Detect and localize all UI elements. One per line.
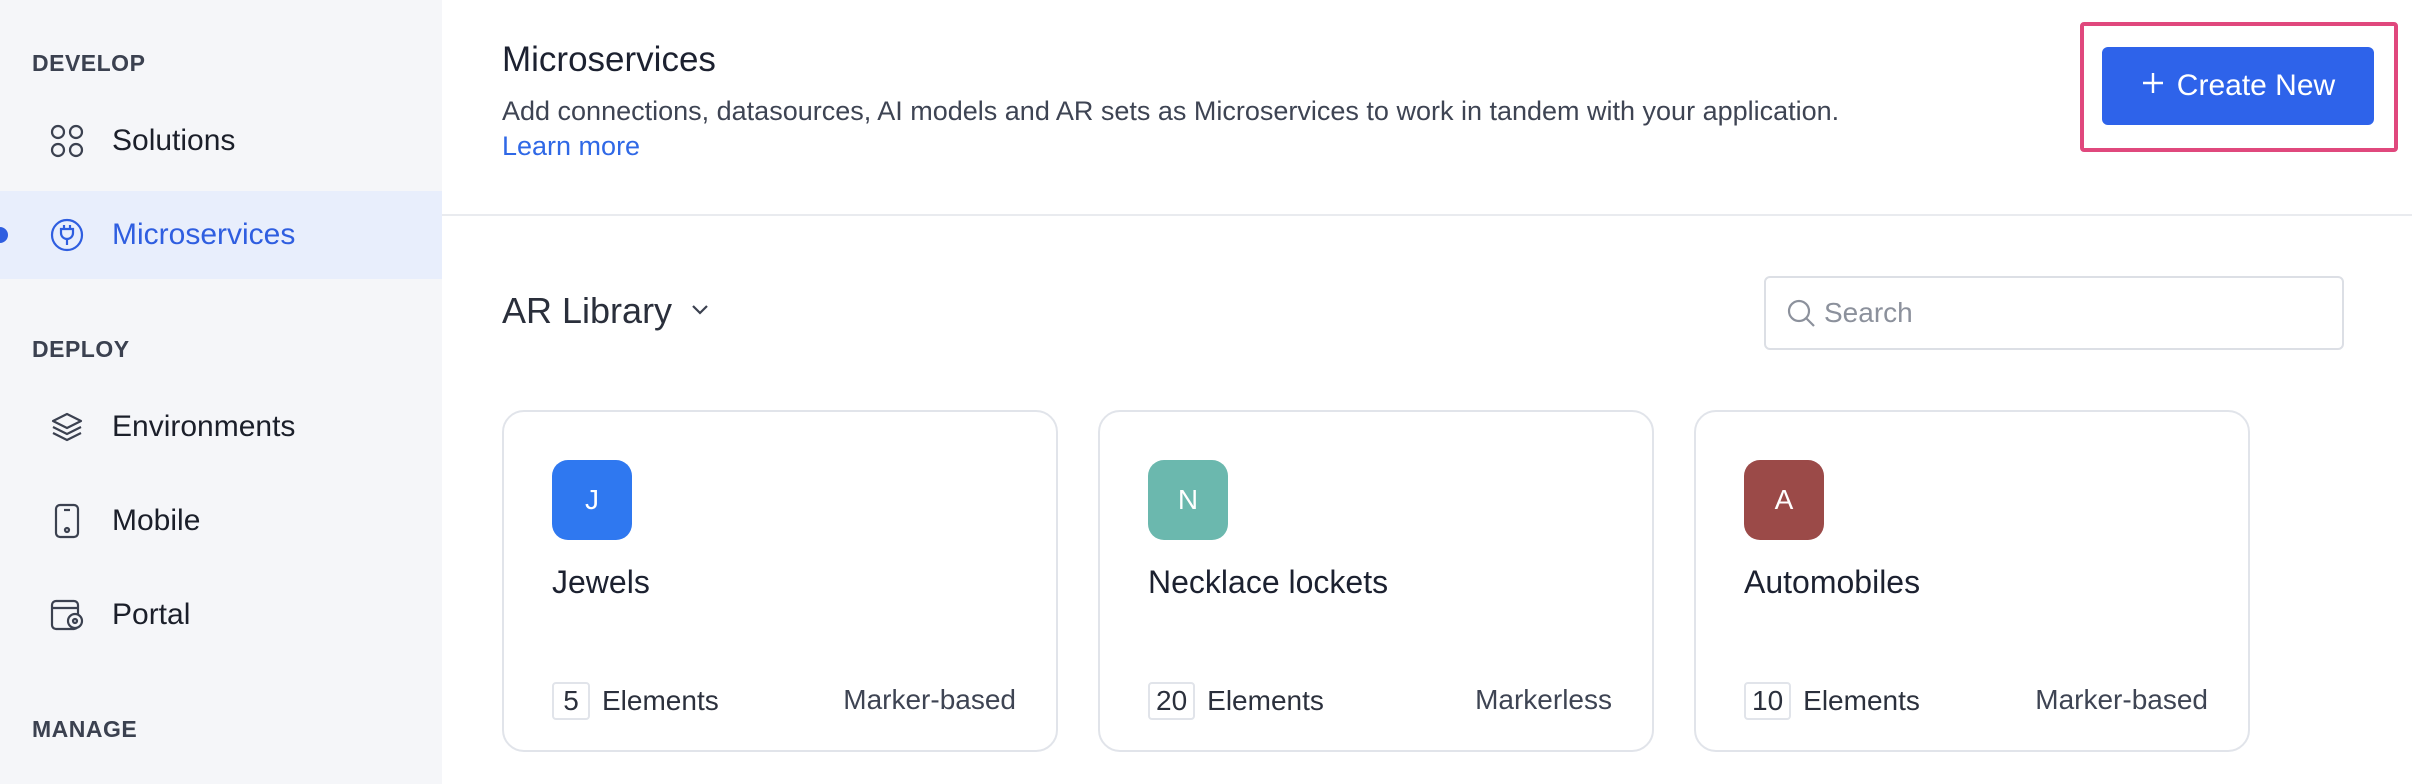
element-count-badge: 10 xyxy=(1744,682,1792,720)
search-icon xyxy=(1786,298,1816,333)
card-avatar: J xyxy=(552,460,632,540)
sidebar-item-label: Environments xyxy=(112,410,296,443)
section-deploy: DEPLOY xyxy=(32,336,130,362)
plus-icon xyxy=(2141,69,2165,103)
element-count-label: Elements xyxy=(1207,685,1324,716)
sidebar-item-solutions[interactable]: Solutions xyxy=(0,97,442,185)
layers-icon xyxy=(48,408,86,446)
search-input[interactable] xyxy=(1824,278,2324,348)
card-avatar: A xyxy=(1744,460,1824,540)
card-type: Marker-based xyxy=(2035,684,2208,715)
card-type: Marker-based xyxy=(843,684,1016,715)
grid-icon xyxy=(48,122,86,160)
sidebar-item-microservices[interactable]: Microservices xyxy=(0,191,442,279)
library-card-necklace-lockets[interactable]: N Necklace lockets 20 Elements Markerles… xyxy=(1098,410,1654,752)
sidebar-item-label: Solutions xyxy=(112,124,236,157)
app-window: DEVELOP Solutions Microservices DEPLOY E… xyxy=(0,0,2412,784)
create-new-button[interactable]: Create New xyxy=(2102,47,2374,125)
mobile-icon xyxy=(48,502,86,540)
element-count-badge: 5 xyxy=(552,682,590,720)
page-title: Microservices xyxy=(502,40,716,79)
sidebar: DEVELOP Solutions Microservices DEPLOY E… xyxy=(0,0,442,784)
sidebar-item-mobile[interactable]: Mobile xyxy=(0,477,442,565)
active-indicator xyxy=(0,227,8,243)
library-title: AR Library xyxy=(502,290,673,331)
search-box[interactable] xyxy=(1764,276,2344,350)
element-count-label: Elements xyxy=(602,685,719,716)
sidebar-item-label: Mobile xyxy=(112,504,201,537)
card-name: Necklace lockets xyxy=(1148,564,1389,600)
main-content: Microservices Add connections, datasourc… xyxy=(442,0,2412,784)
plug-icon xyxy=(48,216,86,254)
card-avatar: N xyxy=(1148,460,1228,540)
learn-more-link[interactable]: Learn more xyxy=(502,131,640,162)
library-card-automobiles[interactable]: A Automobiles 10 Elements Marker-based xyxy=(1694,410,2250,752)
sidebar-item-label: Portal xyxy=(112,598,191,631)
card-name: Automobiles xyxy=(1744,564,1921,600)
chevron-down-icon xyxy=(690,299,710,324)
section-manage: MANAGE xyxy=(32,716,138,742)
card-elements: 5 Elements xyxy=(552,682,719,720)
card-elements: 20 Elements xyxy=(1148,682,1324,720)
portal-icon xyxy=(48,596,86,634)
section-develop: DEVELOP xyxy=(32,50,146,76)
card-name: Jewels xyxy=(552,564,650,600)
library-dropdown[interactable]: AR Library xyxy=(502,290,710,332)
sidebar-item-portal[interactable]: Portal xyxy=(0,571,442,659)
element-count-label: Elements xyxy=(1803,685,1920,716)
sidebar-item-label: Microservices xyxy=(112,218,296,251)
card-elements: 10 Elements xyxy=(1744,682,1920,720)
header-divider xyxy=(442,214,2412,216)
page-description: Add connections, datasources, AI models … xyxy=(502,96,1840,126)
create-new-label: Create New xyxy=(2176,69,2336,102)
card-type: Markerless xyxy=(1475,684,1612,715)
sidebar-item-environments[interactable]: Environments xyxy=(0,383,442,471)
element-count-badge: 20 xyxy=(1148,682,1196,720)
library-card-jewels[interactable]: J Jewels 5 Elements Marker-based xyxy=(502,410,1058,752)
